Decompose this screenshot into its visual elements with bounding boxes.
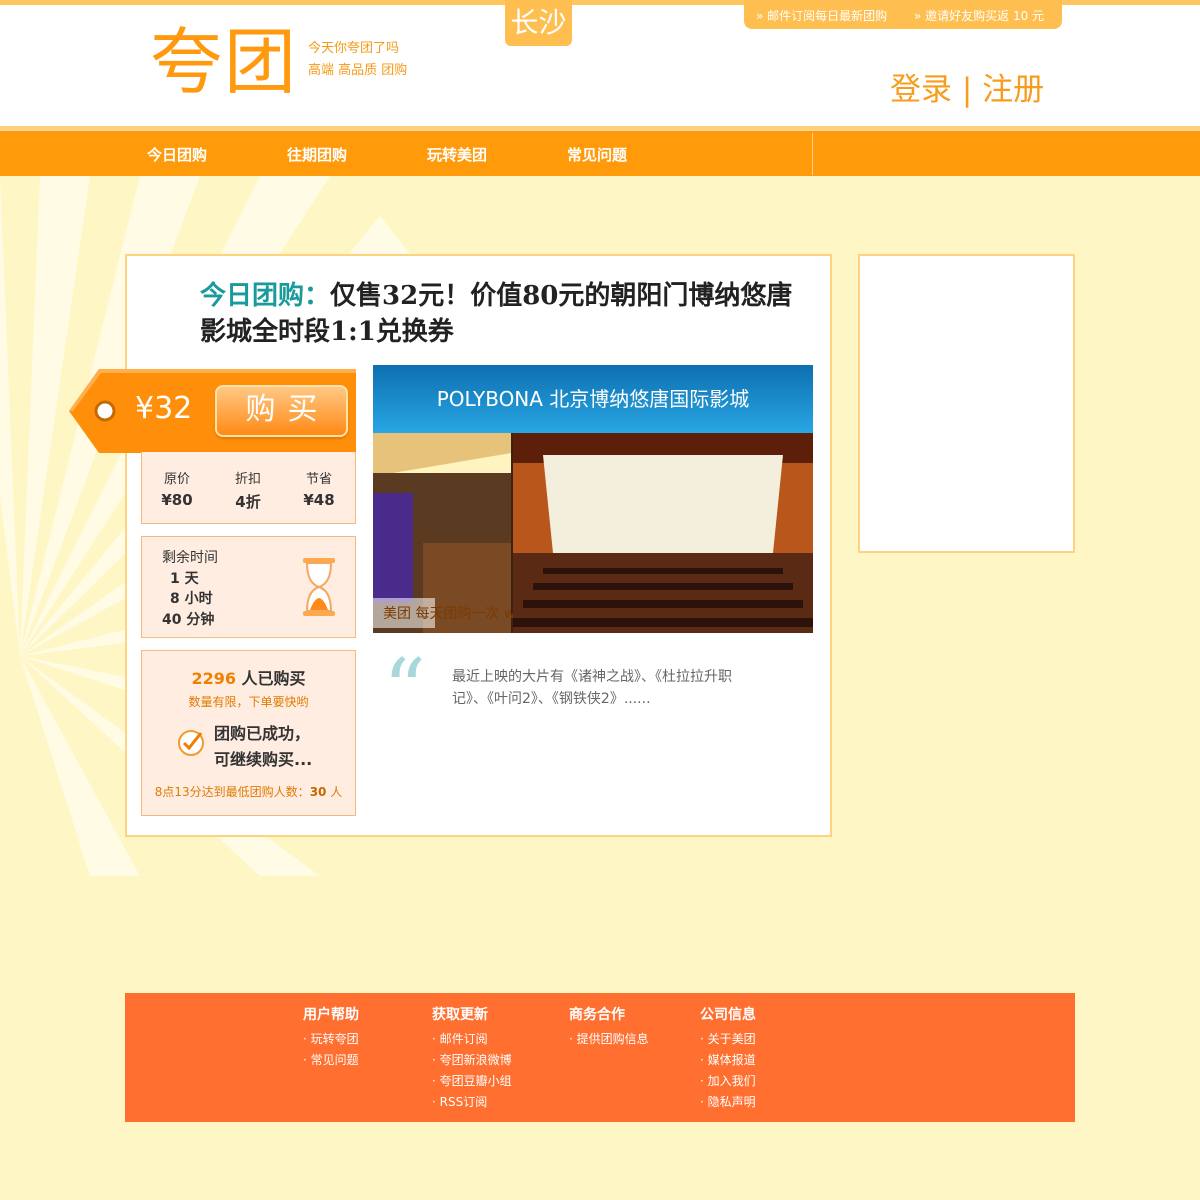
nav-divider: [812, 133, 813, 175]
countdown-label: 剩余时间: [162, 550, 218, 566]
stat-discount-label: 折扣: [234, 472, 261, 487]
buy-button[interactable]: 购买: [215, 385, 348, 437]
site-slogan: 今天你夸团了吗 高端 高品质 团购: [308, 38, 407, 82]
invite-friends-link[interactable]: » 邀请好友购买返 10 元: [914, 7, 1044, 24]
stat-savings-label: 节省: [305, 472, 332, 487]
buyers-box: 2296 人已购买 数量有限，下单要快哟 团购已成功， 可继续购买... 8点1…: [141, 650, 356, 816]
price-tag: ¥32 购买: [69, 369, 356, 453]
stat-discount-value: 4折: [235, 493, 261, 511]
stat-discount: 折扣 4折: [218, 468, 278, 512]
deal-title: 今日团购：仅售32元！价值80元的朝阳门博纳悠唐影城全时段1:1兑换券: [200, 278, 800, 350]
register-link[interactable]: 注册: [982, 72, 1044, 108]
price-stats: 原价 ¥80 折扣 4折 节省 ¥48: [141, 452, 356, 524]
top-links-bar: » 邮件订阅每日最新团购 » 邀请好友购买返 10 元: [744, 0, 1062, 29]
footer-link-weibo[interactable]: · 夸团新浪微博: [432, 1050, 512, 1071]
countdown-days: 1 天: [170, 571, 199, 587]
slogan-line-2: 高端 高品质 团购: [308, 63, 408, 78]
check-icon: [178, 730, 204, 756]
footer-col-business: 商务合作 · 提供团购信息: [569, 1004, 649, 1050]
footer-link-faq[interactable]: · 常见问题: [303, 1050, 359, 1071]
deal-price: ¥32: [135, 391, 193, 426]
hourglass-icon: [303, 558, 335, 616]
main-nav: 今日团购 往期团购 玩转美团 常见问题: [0, 130, 1200, 176]
countdown-minutes: 40 分钟: [162, 612, 215, 628]
stat-original-label: 原价: [163, 472, 190, 487]
nav-item-past[interactable]: 往期团购: [287, 144, 347, 165]
min-reached-label: 8点13分达到最低团购人数：: [154, 785, 310, 799]
buyers-number: 2296: [191, 669, 236, 688]
stat-original-value: ¥80: [161, 491, 193, 509]
stat-savings: 节省 ¥48: [289, 468, 349, 509]
footer-col-updates: 获取更新 · 邮件订阅 · 夸团新浪微博 · 夸团豆瓣小组 · RSS订阅: [432, 1004, 512, 1113]
nav-item-faq[interactable]: 常见问题: [567, 144, 627, 165]
min-reached-text: 8点13分达到最低团购人数：30 人: [142, 783, 355, 800]
countdown-box: 剩余时间 1 天 8 小时 40 分钟: [141, 536, 356, 638]
deal-success-text: 团购已成功， 可继续购买...: [214, 721, 312, 773]
buyers-count: 2296 人已购买: [142, 665, 355, 689]
slogan-line-1: 今天你夸团了吗: [308, 41, 400, 56]
deal-title-prefix: 今日团购：: [200, 281, 331, 311]
footer-heading-business: 商务合作: [569, 1007, 625, 1023]
success-line-2: 可继续购买...: [214, 750, 313, 769]
stat-savings-value: ¥48: [303, 491, 335, 509]
footer-link-guide[interactable]: · 玩转夸团: [303, 1029, 359, 1050]
deal-quote: 最近上映的大片有《诸神之战》、《杜拉拉升职记》、《叶问2》、《钢铁侠2》....…: [452, 669, 732, 707]
footer-link-media[interactable]: · 媒体报道: [700, 1050, 756, 1071]
min-reached-unit: 人: [326, 785, 343, 799]
site-logo[interactable]: 夸团: [150, 22, 298, 102]
quote-icon: “: [383, 641, 426, 739]
footer-col-company: 公司信息 · 关于美团 · 媒体报道 · 加入我们 · 隐私声明: [700, 1004, 756, 1113]
footer: 用户帮助 · 玩转夸团 · 常见问题 获取更新 · 邮件订阅 · 夸团新浪微博 …: [125, 993, 1075, 1122]
deal-image: POLYBONA 北京博纳悠唐国际影城 美团 每天团购一次 www.meitua…: [373, 365, 813, 633]
footer-link-privacy[interactable]: · 隐私声明: [700, 1092, 756, 1113]
footer-link-email[interactable]: · 邮件订阅: [432, 1029, 512, 1050]
footer-link-submit-deal[interactable]: · 提供团购信息: [569, 1029, 649, 1050]
auth-links: 登录 | 注册: [890, 64, 1044, 109]
login-link[interactable]: 登录: [890, 72, 952, 108]
countdown-hours: 8 小时: [170, 591, 213, 607]
success-line-1: 团购已成功，: [214, 724, 311, 743]
nav-item-today[interactable]: 今日团购: [147, 144, 207, 165]
header: 夸团 今天你夸团了吗 高端 高品质 团购 长沙 » 邮件订阅每日最新团购 » 邀…: [0, 0, 1200, 128]
city-switch[interactable]: 长沙: [505, 0, 572, 46]
cinema-photo: 美团 每天团购一次 www.meituan.com: [373, 433, 813, 633]
footer-col-help: 用户帮助 · 玩转夸团 · 常见问题: [303, 1004, 359, 1071]
buyers-suffix: 人已购买: [235, 669, 306, 688]
deal-image-banner: POLYBONA 北京博纳悠唐国际影城: [373, 365, 813, 433]
nav-item-guide[interactable]: 玩转美团: [427, 144, 487, 165]
footer-heading-help: 用户帮助: [303, 1007, 359, 1023]
footer-link-rss[interactable]: · RSS订阅: [432, 1092, 512, 1113]
footer-heading-updates: 获取更新: [432, 1007, 488, 1023]
min-reached-count: 30: [309, 785, 327, 799]
footer-link-douban[interactable]: · 夸团豆瓣小组: [432, 1071, 512, 1092]
footer-link-about[interactable]: · 关于美团: [700, 1029, 756, 1050]
buyers-hint: 数量有限，下单要快哟: [188, 695, 309, 709]
footer-heading-company: 公司信息: [700, 1007, 756, 1023]
sidebar-panel: [858, 254, 1075, 553]
deal-panel: 今日团购：仅售32元！价值80元的朝阳门博纳悠唐影城全时段1:1兑换券 ¥32 …: [69, 254, 832, 837]
auth-divider: |: [961, 72, 973, 108]
stat-original: 原价 ¥80: [147, 468, 207, 509]
footer-link-jobs[interactable]: · 加入我们: [700, 1071, 756, 1092]
email-subscribe-link[interactable]: » 邮件订阅每日最新团购: [756, 7, 887, 24]
